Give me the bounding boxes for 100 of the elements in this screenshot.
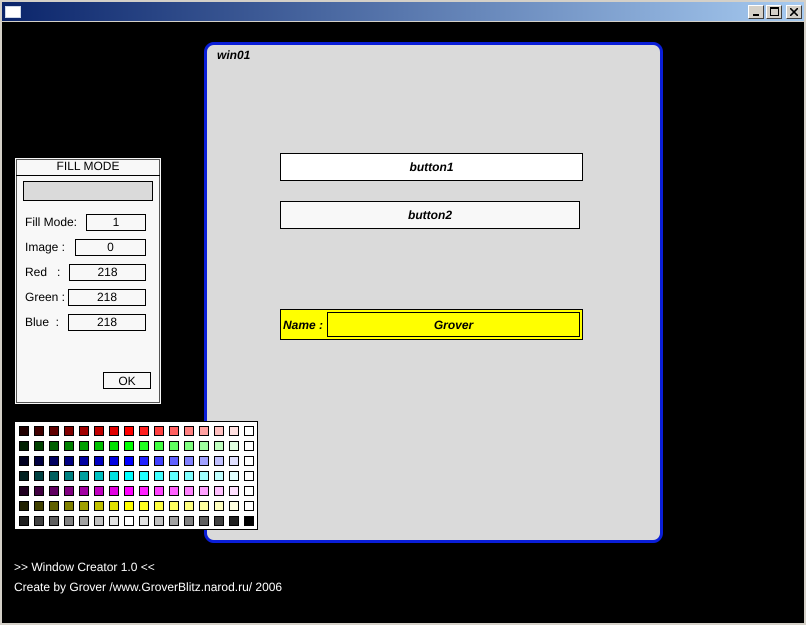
- color-swatch[interactable]: [79, 471, 89, 481]
- color-swatch[interactable]: [109, 426, 119, 436]
- color-swatch[interactable]: [94, 471, 104, 481]
- color-swatch[interactable]: [154, 486, 164, 496]
- color-swatch[interactable]: [244, 486, 254, 496]
- color-swatch[interactable]: [199, 486, 209, 496]
- input-field[interactable]: 218: [68, 314, 146, 330]
- color-swatch[interactable]: [184, 471, 194, 481]
- color-swatch[interactable]: [124, 426, 134, 436]
- color-swatch[interactable]: [214, 501, 224, 511]
- color-swatch[interactable]: [49, 486, 59, 496]
- color-swatch[interactable]: [229, 516, 239, 526]
- color-swatch[interactable]: [109, 516, 119, 526]
- color-swatch[interactable]: [139, 501, 149, 511]
- color-swatch[interactable]: [169, 456, 179, 466]
- color-swatch[interactable]: [184, 456, 194, 466]
- input-field[interactable]: 218: [69, 264, 146, 280]
- color-swatch[interactable]: [169, 516, 179, 526]
- color-swatch[interactable]: [124, 471, 134, 481]
- color-swatch[interactable]: [169, 486, 179, 496]
- color-swatch[interactable]: [34, 456, 44, 466]
- color-swatch[interactable]: [244, 441, 254, 451]
- color-swatch[interactable]: [184, 441, 194, 451]
- minimize-button[interactable]: [748, 4, 764, 18]
- color-swatch[interactable]: [169, 426, 179, 436]
- input-field[interactable]: 1: [86, 214, 146, 230]
- color-swatch[interactable]: [64, 426, 74, 436]
- color-swatch[interactable]: [79, 441, 89, 451]
- color-swatch[interactable]: [169, 471, 179, 481]
- color-swatch[interactable]: [214, 516, 224, 526]
- color-swatch[interactable]: [19, 486, 29, 496]
- color-swatch[interactable]: [49, 441, 59, 451]
- color-swatch[interactable]: [79, 516, 89, 526]
- color-swatch[interactable]: [49, 501, 59, 511]
- color-swatch[interactable]: [184, 516, 194, 526]
- color-swatch[interactable]: [244, 516, 254, 526]
- color-swatch[interactable]: [214, 456, 224, 466]
- color-swatch[interactable]: [139, 456, 149, 466]
- color-swatch[interactable]: [154, 441, 164, 451]
- color-swatch[interactable]: [34, 486, 44, 496]
- color-swatch[interactable]: [19, 501, 29, 511]
- color-swatch[interactable]: [34, 516, 44, 526]
- color-swatch[interactable]: [214, 441, 224, 451]
- color-swatch[interactable]: [64, 441, 74, 451]
- color-swatch[interactable]: [64, 471, 74, 481]
- color-swatch[interactable]: [199, 441, 209, 451]
- design-button[interactable]: button2: [280, 201, 580, 229]
- color-swatch[interactable]: [139, 426, 149, 436]
- color-swatch[interactable]: [124, 516, 134, 526]
- color-swatch[interactable]: [154, 516, 164, 526]
- color-swatch[interactable]: [214, 471, 224, 481]
- color-swatch[interactable]: [199, 516, 209, 526]
- maximize-button[interactable]: [766, 4, 782, 18]
- input-field[interactable]: Grover: [327, 312, 580, 337]
- color-swatch[interactable]: [49, 456, 59, 466]
- color-swatch[interactable]: [229, 441, 239, 451]
- color-swatch[interactable]: [49, 516, 59, 526]
- color-swatch[interactable]: [64, 501, 74, 511]
- color-swatch[interactable]: [34, 501, 44, 511]
- color-swatch[interactable]: [94, 501, 104, 511]
- name-field[interactable]: Name : Grover: [280, 309, 583, 340]
- color-swatch[interactable]: [94, 441, 104, 451]
- color-swatch[interactable]: [214, 486, 224, 496]
- color-swatch[interactable]: [124, 501, 134, 511]
- color-swatch[interactable]: [124, 486, 134, 496]
- color-swatch[interactable]: [184, 486, 194, 496]
- color-swatch[interactable]: [124, 441, 134, 451]
- color-swatch[interactable]: [139, 486, 149, 496]
- color-swatch[interactable]: [49, 426, 59, 436]
- color-swatch[interactable]: [19, 516, 29, 526]
- color-swatch[interactable]: [154, 456, 164, 466]
- color-swatch[interactable]: [19, 426, 29, 436]
- color-swatch[interactable]: [34, 441, 44, 451]
- design-button[interactable]: button1: [280, 153, 583, 181]
- color-swatch[interactable]: [64, 516, 74, 526]
- color-swatch[interactable]: [79, 426, 89, 436]
- color-swatch[interactable]: [139, 441, 149, 451]
- color-swatch[interactable]: [64, 456, 74, 466]
- color-swatch[interactable]: [109, 471, 119, 481]
- color-swatch[interactable]: [244, 501, 254, 511]
- color-swatch[interactable]: [94, 456, 104, 466]
- input-field[interactable]: 218: [68, 288, 146, 306]
- color-swatch[interactable]: [79, 501, 89, 511]
- color-swatch[interactable]: [184, 426, 194, 436]
- color-swatch[interactable]: [229, 426, 239, 436]
- color-swatch[interactable]: [94, 426, 104, 436]
- color-swatch[interactable]: [154, 471, 164, 481]
- color-swatch[interactable]: [169, 501, 179, 511]
- color-swatch[interactable]: [229, 486, 239, 496]
- close-button[interactable]: [786, 4, 802, 18]
- color-swatch[interactable]: [139, 516, 149, 526]
- color-swatch[interactable]: [199, 471, 209, 481]
- color-swatch[interactable]: [154, 501, 164, 511]
- color-swatch[interactable]: [94, 486, 104, 496]
- color-swatch[interactable]: [124, 456, 134, 466]
- color-swatch[interactable]: [19, 441, 29, 451]
- color-swatch[interactable]: [49, 471, 59, 481]
- color-swatch[interactable]: [34, 426, 44, 436]
- color-swatch[interactable]: [244, 471, 254, 481]
- color-swatch[interactable]: [109, 486, 119, 496]
